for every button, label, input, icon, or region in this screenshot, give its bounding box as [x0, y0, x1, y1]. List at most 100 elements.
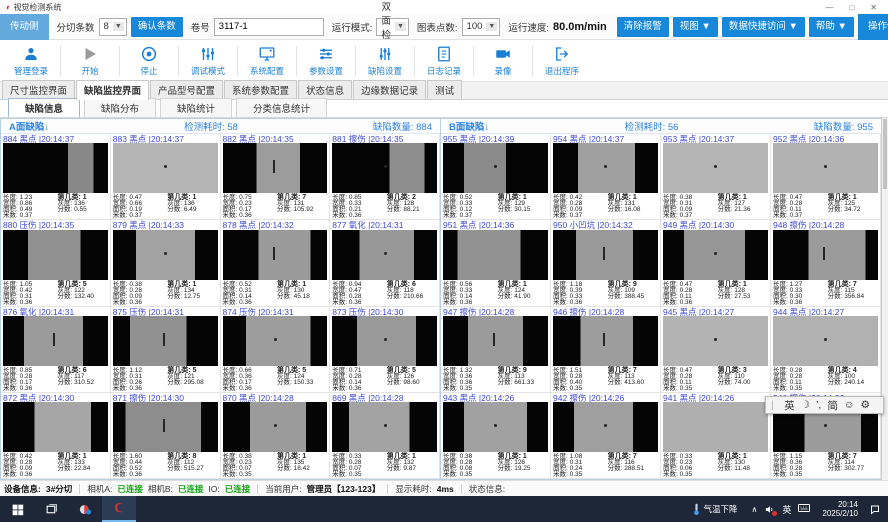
defect-cell[interactable]: 873 压伤 |20:14:30 长度: 0.71 宽度: 0.28 面积: 0…	[330, 307, 440, 393]
action-user-button[interactable]: 管理登录	[2, 45, 60, 77]
maintab-2[interactable]: 产品型号配置	[150, 80, 223, 99]
drive-side-button[interactable]: 传动侧	[0, 14, 49, 40]
vertical-scrollbar[interactable]	[882, 118, 888, 480]
action-system-config-button[interactable]: 系统配置	[238, 45, 296, 77]
defect-cell[interactable]: 874 压伤 |20:14:31 长度: 0.66 宽度: 0.36 面积: 0…	[221, 307, 331, 393]
defect-details: 长度: 0.47 宽度: 0.28 面积: 0.11 米数: 0.36 第几类:…	[663, 280, 768, 306]
defect-cell[interactable]: 871 擦伤 |20:14:30 长度: 1.60 宽度: 0.44 面积: 0…	[111, 393, 221, 479]
run-mode-select[interactable]: 双面检测 ▼	[376, 18, 408, 36]
confirm-count-button[interactable]: 确认条数	[131, 17, 183, 37]
defect-cell[interactable]: 878 黑点 |20:14:32 长度: 0.52 宽度: 0.31 面积: 0…	[221, 220, 331, 306]
maintab-4[interactable]: 状态信息	[298, 80, 352, 99]
ime-drag-handle[interactable]: ▏	[772, 401, 778, 410]
action-center-icon[interactable]	[864, 496, 888, 522]
ime-english-mode[interactable]: 英	[784, 398, 795, 413]
subtab-3[interactable]: 分类信息统计	[236, 98, 327, 117]
action-play-button[interactable]: 开始	[61, 45, 119, 77]
defect-cell-header: 881 擦伤 |20:14:35	[332, 134, 437, 143]
defect-cell[interactable]: 872 黑点 |20:14:30 长度: 0.42 宽度: 0.28 面积: 0…	[1, 393, 111, 479]
action-video-camera-button[interactable]: 录像	[474, 45, 532, 77]
help-menu-button[interactable]: 帮助 ▼	[809, 17, 854, 37]
defect-cell[interactable]: 880 压伤 |20:14:35 长度: 1.05 宽度: 0.42 面积: 0…	[1, 220, 111, 306]
ime-punctuation-toggle[interactable]: ’,	[816, 399, 821, 411]
weather-widget[interactable]: 气温下降	[684, 503, 746, 516]
minimize-button[interactable]: —	[825, 3, 833, 12]
action-log-button[interactable]: 日志记录	[415, 45, 473, 77]
defect-cell-header: 944 黑点 |20:14:27	[773, 307, 878, 316]
maintab-1[interactable]: 缺陷监控界面	[76, 80, 149, 100]
defect-cell[interactable]: 949 黑点 |20:14:30 长度: 0.47 宽度: 0.28 面积: 0…	[661, 220, 771, 306]
gear-icon[interactable]: ⚙	[861, 399, 870, 411]
defect-mark	[273, 247, 275, 260]
action-stop-button[interactable]: 停止	[120, 45, 178, 77]
close-button[interactable]: ✕	[870, 3, 877, 12]
defect-cell[interactable]: 950 小凹坑 |20:14:32 长度: 1.18 宽度: 0.39 面积: …	[551, 220, 661, 306]
maintab-5[interactable]: 边缘数据记录	[353, 80, 426, 99]
clear-alarm-button[interactable]: 清除报警	[617, 17, 669, 37]
tray-expand-icon[interactable]: ∧	[752, 505, 758, 514]
defect-cell[interactable]: 947 擦伤 |20:14:28 长度: 1.32 宽度: 0.36 面积: 0…	[441, 307, 551, 393]
maintab-6[interactable]: 测试	[427, 80, 462, 99]
scrollbar-thumb[interactable]	[883, 119, 887, 189]
defect-cell[interactable]: 942 擦伤 |20:14:26 长度: 1.08 宽度: 0.31 面积: 0…	[551, 393, 661, 479]
start-button[interactable]	[0, 496, 34, 522]
subtab-2[interactable]: 缺陷统计	[160, 98, 232, 117]
maximize-button[interactable]: □	[849, 3, 854, 12]
defect-time: |20:14:37	[149, 134, 184, 143]
emoji-icon[interactable]: ☺	[844, 399, 855, 411]
volume-icon[interactable]	[764, 504, 775, 515]
moon-fullhalf-icon[interactable]: ☽	[801, 399, 810, 411]
defect-cell[interactable]: 955 黑点 |20:14:39 长度: 0.52 宽度: 0.33 面积: 0…	[441, 134, 551, 220]
defect-mark	[384, 165, 387, 168]
slit-count-label: 分切条数	[57, 20, 95, 34]
defect-cell[interactable]: 946 擦伤 |20:14:28 长度: 1.51 宽度: 0.28 面积: 0…	[551, 307, 661, 393]
defect-cell[interactable]: 948 擦伤 |20:14:28 长度: 1.27 宽度: 0.33 面积: 0…	[771, 220, 881, 306]
defect-cell[interactable]: 951 黑点 |20:14:36 长度: 0.56 宽度: 0.33 面积: 0…	[441, 220, 551, 306]
defect-time: |20:14:30	[368, 307, 403, 316]
chart-points-select[interactable]: 100 ▼	[462, 18, 501, 36]
defect-cell[interactable]: 869 黑点 |20:14:28 长度: 0.33 宽度: 0.28 面积: 0…	[330, 393, 440, 479]
slit-count-select[interactable]: 8 ▼	[99, 18, 127, 36]
defect-cell[interactable]: 876 氧化 |20:14:31 长度: 0.85 宽度: 0.28 面积: 0…	[1, 307, 111, 393]
defect-cell[interactable]: 954 黑点 |20:14:37 长度: 0.42 宽度: 0.28 面积: 0…	[551, 134, 661, 220]
maintab-3[interactable]: 系统参数配置	[224, 80, 297, 99]
touch-keyboard-icon[interactable]	[798, 503, 810, 515]
defect-cell[interactable]: 944 黑点 |20:14:27 长度: 0.28 宽度: 0.28 面积: 0…	[771, 307, 881, 393]
panel-a-title[interactable]: A面缺陷↓	[9, 119, 49, 133]
defect-cell[interactable]: 884 黑点 |20:14:37 长度: 1.23 宽度: 0.86 面积: 0…	[1, 134, 111, 220]
detection-app-taskbar-icon[interactable]	[102, 496, 136, 522]
taskbar-clock[interactable]: 20:14 2025/2/10	[816, 500, 864, 518]
display-time-label: 显示耗时:	[395, 483, 431, 495]
action-debug-mode-button[interactable]: 调试模式	[179, 45, 237, 77]
defect-cell[interactable]: 943 黑点 |20:14:26 长度: 0.38 宽度: 0.28 面积: 0…	[441, 393, 551, 479]
ime-language-indicator[interactable]: 英	[782, 503, 791, 516]
ime-simplified-toggle[interactable]: 简	[827, 398, 838, 413]
defect-cell[interactable]: 945 黑点 |20:14:27 长度: 0.47 宽度: 0.28 面积: 0…	[661, 307, 771, 393]
task-view-button[interactable]	[34, 496, 68, 522]
defect-mark	[274, 338, 277, 341]
defect-cell[interactable]: 941 黑点 |20:14:26 长度: 0.33 宽度: 0.23 面积: 0…	[661, 393, 771, 479]
defect-cell[interactable]: 875 压伤 |20:14:31 长度: 1.12 宽度: 0.31 面积: 0…	[111, 307, 221, 393]
defect-cell[interactable]: 881 擦伤 |20:14:35 长度: 0.85 宽度: 0.33 面积: 0…	[330, 134, 440, 220]
defect-cell[interactable]: 883 黑点 |20:14:37 长度: 0.47 宽度: 0.66 面积: 0…	[111, 134, 221, 220]
roll-number-input[interactable]	[214, 18, 324, 36]
defect-cell[interactable]: 870 黑点 |20:14:28 长度: 0.38 宽度: 0.23 面积: 0…	[221, 393, 331, 479]
maintab-0[interactable]: 尺寸监控界面	[2, 80, 75, 99]
operator-side-button[interactable]: 操作侧	[858, 14, 888, 40]
defect-cell[interactable]: 879 黑点 |20:14:33 长度: 0.38 宽度: 0.28 面积: 0…	[111, 220, 221, 306]
data-quick-access-menu-button[interactable]: 数据快捷访问 ▼	[722, 17, 805, 37]
defect-cell[interactable]: 952 黑点 |20:14:36 长度: 0.47 宽度: 0.28 面积: 0…	[771, 134, 881, 220]
view-menu-button[interactable]: 视图 ▼	[673, 17, 718, 37]
subtab-0[interactable]: 缺陷信息	[8, 98, 80, 117]
defect-cell[interactable]: 882 黑点 |20:14:35 长度: 0.75 宽度: 0.23 面积: 0…	[221, 134, 331, 220]
action-param-settings-button[interactable]: 参数设置	[297, 45, 355, 77]
defect-cell[interactable]: 877 氧化 |20:14:31 长度: 0.94 宽度: 0.47 面积: 0…	[330, 220, 440, 306]
action-exit-button[interactable]: 退出程序	[533, 45, 591, 77]
defect-metrics-right: 第几类: 6 灰度: 117 分数: 310.52	[57, 368, 107, 392]
defect-score: 分数: 98.60	[387, 380, 437, 386]
panel-b-title[interactable]: B面缺陷↓	[449, 119, 489, 133]
defect-cell[interactable]: 953 黑点 |20:14:37 长度: 0.38 宽度: 0.31 面积: 0…	[661, 134, 771, 220]
action-defect-settings-button[interactable]: 缺陷设置	[356, 45, 414, 77]
subtab-1[interactable]: 缺陷分布	[84, 98, 156, 117]
pinned-app-icon[interactable]	[68, 496, 102, 522]
